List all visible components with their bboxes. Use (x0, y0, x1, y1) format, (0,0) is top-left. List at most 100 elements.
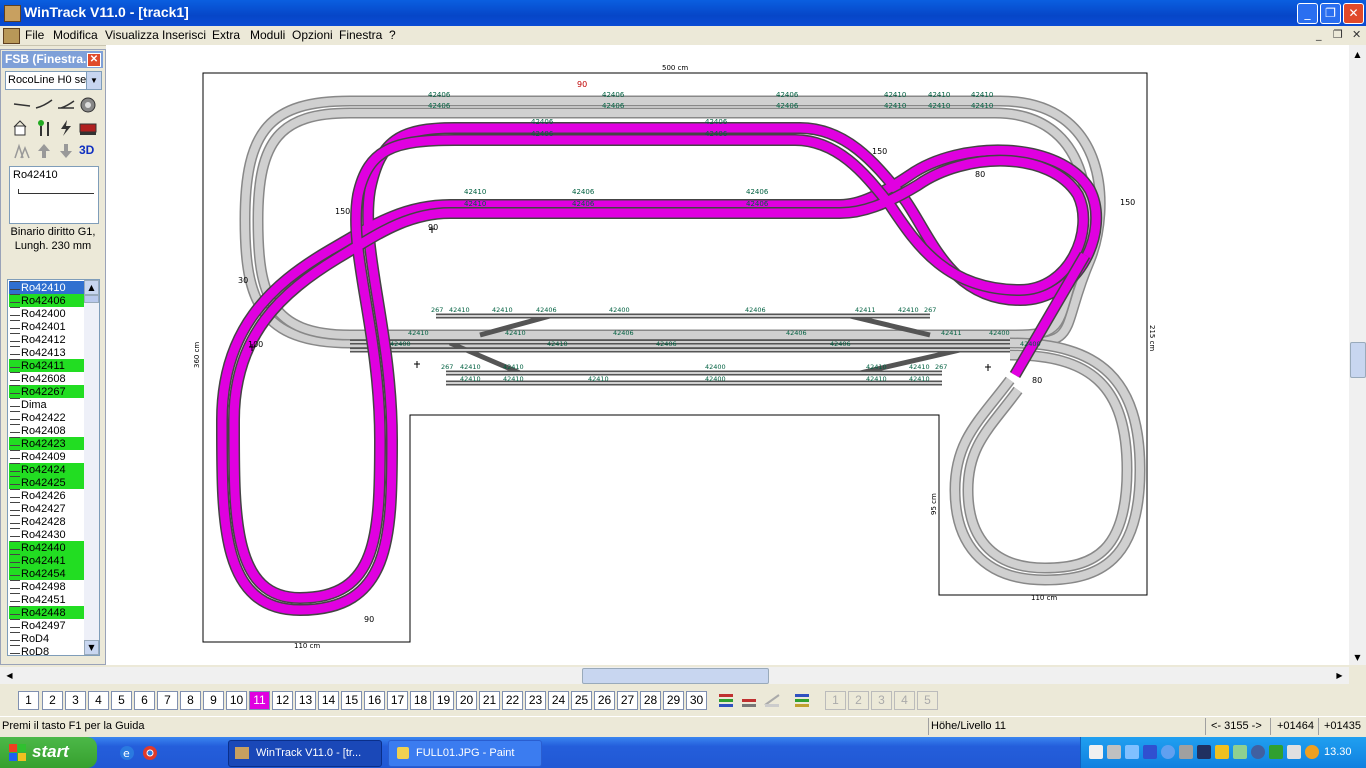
layer-button-2[interactable]: 2 (42, 691, 63, 710)
maximize-button[interactable]: ❐ (1320, 3, 1341, 24)
menu-file[interactable]: File (25, 28, 44, 42)
turntable-icon[interactable] (79, 96, 97, 114)
list-item[interactable]: Ro42426 (9, 489, 87, 502)
signal-icon[interactable] (35, 119, 53, 137)
tray-icon[interactable] (1161, 745, 1175, 759)
document-icon[interactable] (3, 28, 20, 44)
tray-icon[interactable] (1215, 745, 1229, 759)
list-item[interactable]: RoD8 (9, 645, 87, 655)
menu-opzioni[interactable]: Opzioni (292, 28, 333, 42)
layer-button-8[interactable]: 8 (180, 691, 201, 710)
list-item[interactable]: RoD4 (9, 632, 87, 645)
building-icon[interactable] (13, 119, 31, 137)
straight-track-icon[interactable] (13, 96, 31, 114)
tray-icon[interactable] (1179, 745, 1193, 759)
curve-track-icon[interactable] (35, 96, 53, 114)
mdi-close-button[interactable]: ✕ (1352, 28, 1361, 41)
scroll-down-icon[interactable]: ▼ (84, 640, 99, 655)
layer-stack-icon[interactable] (793, 691, 811, 709)
tray-icon[interactable] (1143, 745, 1157, 759)
list-item[interactable]: Ro42267 (9, 385, 87, 398)
layer-button-18[interactable]: 18 (410, 691, 431, 710)
tray-icon[interactable] (1089, 745, 1103, 759)
list-item[interactable]: Ro42454 (9, 567, 87, 580)
tray-icon[interactable] (1125, 745, 1139, 759)
menu-modifica[interactable]: Modifica (53, 28, 98, 42)
list-item[interactable]: Ro42410 (9, 281, 87, 294)
task-paint[interactable]: FULL01.JPG - Paint (388, 740, 542, 767)
scroll-thumb[interactable] (84, 295, 99, 303)
chevron-down-icon[interactable]: ▼ (86, 72, 101, 89)
list-item[interactable]: Ro42406 (9, 294, 87, 307)
list-item[interactable]: Ro42411 (9, 359, 87, 372)
layer-button-11[interactable]: 11 (249, 691, 270, 710)
layer-button-19[interactable]: 19 (433, 691, 454, 710)
layer-edit-icon[interactable] (740, 691, 758, 709)
menu-inserisci[interactable]: Inserisci (162, 28, 206, 42)
list-item[interactable]: Ro42440 (9, 541, 87, 554)
menu-moduli[interactable]: Moduli (250, 28, 285, 42)
list-item[interactable]: Ro42412 (9, 333, 87, 346)
layer-button-27[interactable]: 27 (617, 691, 638, 710)
layer-button-4[interactable]: 4 (88, 691, 109, 710)
layer-button-28[interactable]: 28 (640, 691, 661, 710)
turnout-icon[interactable] (57, 96, 75, 114)
menu-extra[interactable]: Extra (212, 28, 240, 42)
list-item[interactable]: Ro42400 (9, 307, 87, 320)
chrome-icon[interactable] (142, 745, 158, 761)
layer-button-14[interactable]: 14 (318, 691, 339, 710)
layer-button-6[interactable]: 6 (134, 691, 155, 710)
layer-button-25[interactable]: 25 (571, 691, 592, 710)
list-item[interactable]: Ro42425 (9, 476, 87, 489)
layer-button-21[interactable]: 21 (479, 691, 500, 710)
rolling-stock-icon[interactable] (79, 119, 97, 137)
layer-button-1[interactable]: 1 (18, 691, 39, 710)
tray-icon[interactable] (1251, 745, 1265, 759)
mdi-restore-button[interactable]: ❐ (1333, 28, 1343, 41)
tray-icon[interactable] (1197, 745, 1211, 759)
layers-icon[interactable] (717, 691, 735, 709)
scroll-thumb[interactable] (582, 668, 769, 684)
list-item[interactable]: Ro42427 (9, 502, 87, 515)
track-list[interactable]: Ro42410 Ro42406 Ro42400 Ro42401 Ro42412 Ro424… (7, 279, 100, 656)
list-item[interactable]: Ro42451 (9, 593, 87, 606)
list-item[interactable]: Dima (9, 398, 87, 411)
scroll-up-icon[interactable]: ▲ (84, 280, 99, 295)
list-item[interactable]: Ro42422 (9, 411, 87, 424)
list-item[interactable]: Ro42608 (9, 372, 87, 385)
view-3d-button[interactable]: 3D (79, 143, 97, 161)
track-layout[interactable]: 500 cm 360 cm 215 cm 95 cm 110 cm 110 cm… (106, 45, 1350, 665)
tray-icon[interactable] (1305, 745, 1319, 759)
layer-button-17[interactable]: 17 (387, 691, 408, 710)
scroll-up-icon[interactable]: ▲ (1350, 47, 1365, 62)
layer-button-20[interactable]: 20 (456, 691, 477, 710)
tray-icon[interactable] (1269, 745, 1283, 759)
list-item[interactable]: Ro42430 (9, 528, 87, 541)
catalog-select[interactable]: RocoLine H0 se ▼ (5, 71, 102, 90)
list-item[interactable]: Ro42408 (9, 424, 87, 437)
scroll-left-icon[interactable]: ◀ (2, 668, 17, 683)
tray-icon[interactable] (1287, 745, 1301, 759)
tray-icon[interactable] (1107, 745, 1121, 759)
landscape-icon[interactable] (13, 142, 31, 160)
raise-icon[interactable] (35, 142, 53, 160)
vertical-scrollbar[interactable]: ▲ ▼ (1349, 45, 1366, 665)
layer-button-30[interactable]: 30 (686, 691, 707, 710)
list-item[interactable]: Ro42423 (9, 437, 87, 450)
minimize-button[interactable]: _ (1297, 3, 1318, 24)
tray-icon[interactable] (1233, 745, 1247, 759)
app-icon[interactable] (4, 5, 21, 22)
close-button[interactable]: ✕ (1343, 3, 1364, 24)
list-item[interactable]: Ro42413 (9, 346, 87, 359)
menu-help[interactable]: ? (389, 28, 396, 42)
layer-button-3[interactable]: 3 (65, 691, 86, 710)
mdi-minimize-button[interactable]: _ (1316, 28, 1322, 41)
horizontal-scrollbar[interactable]: ◀ ▶ (0, 667, 1349, 684)
layer-button-12[interactable]: 12 (272, 691, 293, 710)
list-item[interactable]: Ro42428 (9, 515, 87, 528)
layer-button-7[interactable]: 7 (157, 691, 178, 710)
track-list-scrollbar[interactable]: ▲ ▼ (84, 280, 99, 655)
electric-icon[interactable] (57, 119, 75, 137)
scroll-right-icon[interactable]: ▶ (1332, 668, 1347, 683)
list-item[interactable]: Ro42401 (9, 320, 87, 333)
